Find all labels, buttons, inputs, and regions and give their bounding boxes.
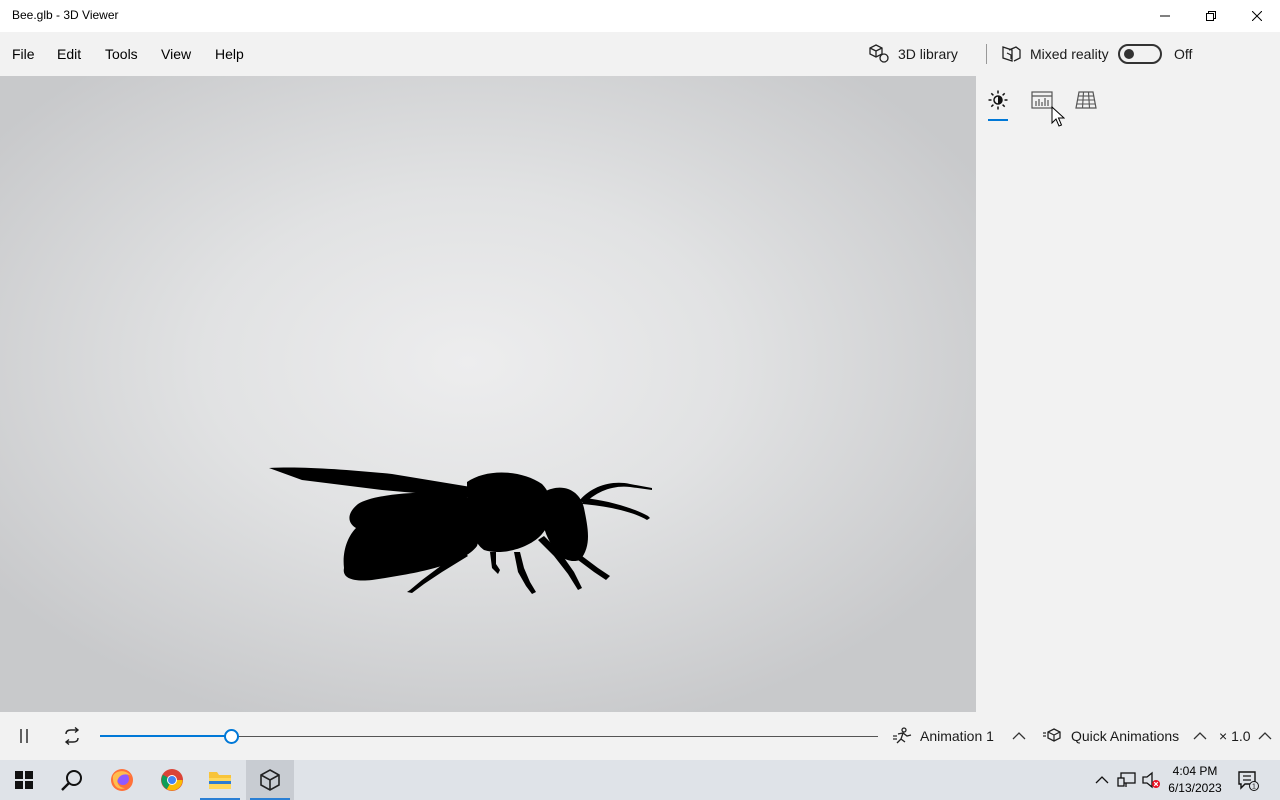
- start-button[interactable]: [0, 760, 48, 800]
- quick-animations-selector[interactable]: Quick Animations: [1043, 726, 1209, 746]
- show-hidden-icons-button[interactable]: [1094, 770, 1110, 790]
- notification-icon: 1: [1238, 771, 1259, 791]
- timeline-thumb[interactable]: [224, 729, 240, 744]
- mixed-reality-label: Mixed reality: [1030, 46, 1109, 62]
- timeline-progress: [100, 735, 233, 737]
- toggle-state-label: Off: [1174, 46, 1193, 62]
- tab-lighting[interactable]: [986, 88, 1010, 112]
- taskbar-3d-viewer[interactable]: [246, 760, 294, 800]
- active-tab-indicator: [988, 119, 1008, 121]
- chrome-icon: [161, 769, 183, 791]
- 3d-viewport[interactable]: [0, 76, 976, 712]
- mixed-reality-toggle[interactable]: [1118, 44, 1162, 64]
- restore-icon: [1206, 11, 1216, 21]
- window-title: Bee.glb - 3D Viewer: [12, 8, 119, 22]
- minimize-icon: [1160, 15, 1170, 17]
- cube-stack-icon: [869, 44, 889, 63]
- taskbar-file-explorer[interactable]: [196, 760, 244, 800]
- loop-button[interactable]: [60, 724, 84, 748]
- menu-bar: File Edit Tools View Help 3D library Mix…: [0, 32, 1280, 76]
- network-icon: [1117, 772, 1136, 787]
- menu-edit[interactable]: Edit: [57, 46, 81, 62]
- taskbar-chrome[interactable]: [148, 760, 196, 800]
- menu-help[interactable]: Help: [215, 46, 244, 62]
- mixed-reality-button[interactable]: Mixed reality: [1000, 40, 1109, 68]
- clock-time: 4:04 PM: [1172, 764, 1218, 778]
- minimize-button[interactable]: [1142, 0, 1188, 32]
- chevron-up-icon: [1258, 732, 1271, 740]
- pause-icon: [20, 729, 28, 743]
- quick-animations-label: Quick Animations: [1071, 728, 1180, 744]
- menu-view[interactable]: View: [161, 46, 191, 62]
- tab-grid[interactable]: [1074, 88, 1098, 112]
- mixed-reality-icon: [1002, 46, 1021, 62]
- action-center-button[interactable]: 1: [1236, 768, 1260, 792]
- quick-animations-icon: [1043, 728, 1061, 742]
- title-bar: Bee.glb - 3D Viewer: [0, 0, 1280, 32]
- notification-count: 1: [1252, 784, 1256, 791]
- sun-icon: [988, 90, 1008, 110]
- taskbar-firefox[interactable]: [98, 760, 146, 800]
- volume-status[interactable]: [1141, 770, 1161, 790]
- network-status[interactable]: [1117, 770, 1137, 790]
- system-clock[interactable]: 4:04 PM 6/13/2023: [1160, 763, 1230, 797]
- 3d-library-button[interactable]: 3D library: [868, 40, 958, 68]
- search-button[interactable]: [48, 760, 96, 800]
- restore-button[interactable]: [1188, 0, 1234, 32]
- folder-icon: [209, 772, 231, 789]
- menu-tools[interactable]: Tools: [105, 46, 138, 62]
- animation-label: Animation 1: [920, 728, 994, 744]
- chevron-up-icon: [1193, 732, 1207, 740]
- 3d-viewer-icon: [260, 769, 280, 791]
- chevron-up-icon: [1095, 776, 1109, 784]
- loop-icon: [64, 727, 80, 745]
- menu-file[interactable]: File: [12, 46, 35, 62]
- firefox-icon: [111, 769, 133, 791]
- taskbar: 4:04 PM 6/13/2023 1: [0, 760, 1280, 800]
- grid-icon: [1075, 91, 1097, 109]
- close-icon: [1252, 11, 1262, 21]
- speed-selector[interactable]: × 1.0: [1219, 726, 1273, 746]
- animation-figure-icon: [893, 727, 912, 744]
- windows-logo-icon: [15, 771, 33, 789]
- speed-label: × 1.0: [1219, 728, 1251, 744]
- 3d-library-label: 3D library: [898, 46, 958, 62]
- animation-selector[interactable]: Animation 1: [892, 726, 1028, 746]
- bee-model[interactable]: [262, 456, 662, 606]
- side-panel: [976, 76, 1280, 712]
- clock-date: 6/13/2023: [1168, 781, 1222, 795]
- animation-bar: Animation 1 Quick Animations × 1.0: [0, 712, 1280, 760]
- toolbar-divider: [986, 44, 987, 64]
- pause-button[interactable]: [12, 724, 36, 748]
- close-button[interactable]: [1234, 0, 1280, 32]
- chevron-up-icon: [1012, 732, 1026, 740]
- toggle-knob: [1124, 49, 1134, 59]
- mouse-cursor-icon: [1051, 106, 1065, 127]
- stats-icon: [1031, 91, 1053, 109]
- search-icon: [61, 770, 82, 791]
- volume-muted-icon: [1142, 771, 1160, 789]
